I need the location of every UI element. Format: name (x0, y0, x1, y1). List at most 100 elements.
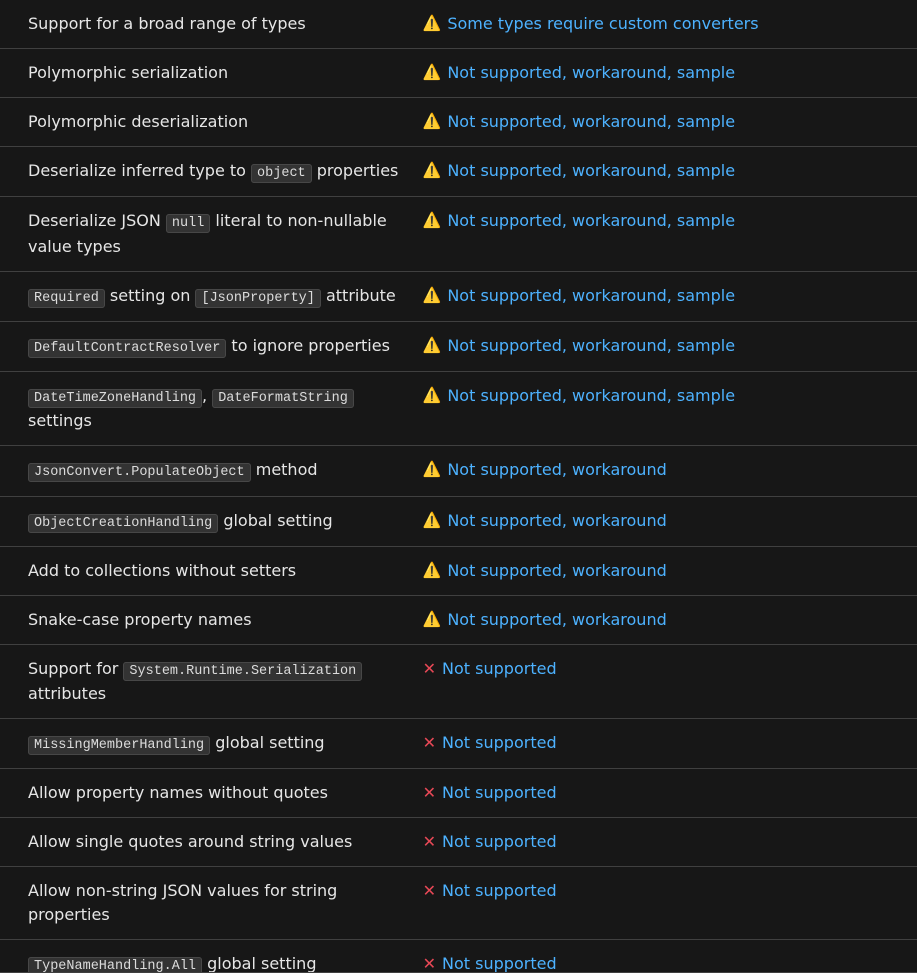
feature-cell: DateTimeZoneHandling, DateFormatString s… (0, 372, 413, 446)
feature-text: attribute (321, 286, 396, 305)
status-link[interactable]: Not supported, workaround, sample (447, 112, 735, 131)
status-cell: ✕ Not supported (413, 940, 917, 973)
feature-cell: Deserialize JSON null literal to non-nul… (0, 197, 413, 271)
cross-icon: ✕ (423, 879, 436, 903)
feature-text: Allow property names without quotes (28, 783, 328, 802)
status-link[interactable]: Not supported (442, 832, 557, 851)
warning-icon: ⚠️ (423, 110, 442, 133)
feature-comparison-table: Support for a broad range of types⚠️Some… (0, 0, 917, 973)
status-link[interactable]: Not supported (442, 733, 557, 752)
table-row: Snake-case property names ⚠️ Not supported… (0, 595, 917, 644)
warning-icon: ⚠️ (423, 458, 442, 481)
code-token: ObjectCreationHandling (28, 514, 218, 533)
feature-text: properties (312, 161, 399, 180)
table-row: Support for a broad range of types⚠️Some… (0, 0, 917, 49)
code-token: [JsonProperty] (195, 289, 320, 308)
status-link[interactable]: Not supported, workaround, sample (447, 386, 735, 405)
feature-cell: Allow non-string JSON values for string … (0, 867, 413, 940)
table-row: Required setting on [JsonProperty] attri… (0, 271, 917, 321)
status-cell: ⚠️ Not supported, workaround (413, 595, 917, 644)
table-row: Allow property names without quotes ✕ Not … (0, 769, 917, 818)
status-link[interactable]: Not supported, workaround, sample (447, 211, 735, 230)
status-cell: ⚠️ Not supported, workaround (413, 446, 917, 496)
code-token: MissingMemberHandling (28, 736, 210, 755)
table-row: Deserialize inferred type to object prop… (0, 147, 917, 197)
status-link[interactable]: Not supported (442, 954, 557, 972)
table-row: Polymorphic deserialization ⚠️ Not support… (0, 98, 917, 147)
table-row: Deserialize JSON null literal to non-nul… (0, 197, 917, 271)
cross-icon: ✕ (423, 952, 436, 972)
status-link[interactable]: Not supported, workaround (447, 561, 666, 580)
status-link[interactable]: Not supported, workaround, sample (447, 336, 735, 355)
feature-text: Allow single quotes around string values (28, 832, 352, 851)
status-cell: ⚠️ Not supported, workaround, sample (413, 98, 917, 147)
feature-text: Polymorphic serialization (28, 63, 228, 82)
status-link[interactable]: Not supported (442, 881, 557, 900)
feature-cell: JsonConvert.PopulateObject method (0, 446, 413, 496)
feature-text: Support for (28, 659, 123, 678)
status-link[interactable]: Not supported, workaround, sample (447, 286, 735, 305)
table-row: Allow non-string JSON values for string … (0, 867, 917, 940)
feature-text: Add to collections without setters (28, 561, 296, 580)
status-link[interactable]: Not supported, workaround (447, 460, 666, 479)
status-cell: ✕Not supported (413, 719, 917, 769)
table-row: MissingMemberHandling global setting✕Not… (0, 719, 917, 769)
status-cell: ✕ Not supported (413, 769, 917, 818)
code-token: JsonConvert.PopulateObject (28, 463, 251, 482)
status-cell: ⚠️ Not supported, workaround (413, 496, 917, 546)
status-link[interactable]: Not supported (442, 659, 557, 678)
feature-cell: TypeNameHandling.All global setting (0, 940, 413, 973)
status-cell: ⚠️ Not supported, workaround, sample (413, 372, 917, 446)
feature-cell: Deserialize inferred type to object prop… (0, 147, 413, 197)
feature-text: attributes (28, 684, 106, 703)
feature-text: Polymorphic deserialization (28, 112, 248, 131)
status-link[interactable]: Not supported, workaround (447, 610, 666, 629)
table-row: Allow single quotes around string values… (0, 818, 917, 867)
status-link[interactable]: Not supported, workaround, sample (447, 63, 735, 82)
status-cell: ✕Not supported (413, 644, 917, 718)
code-token: DefaultContractResolver (28, 339, 226, 358)
status-link[interactable]: Some types require custom converters (447, 14, 758, 33)
status-link[interactable]: Not supported, workaround, sample (447, 161, 735, 180)
feature-cell: Allow property names without quotes (0, 769, 413, 818)
table-row: Polymorphic serialization⚠️Not supported… (0, 49, 917, 98)
warning-icon: ⚠️ (423, 559, 442, 582)
table-row: ObjectCreationHandling global setting ⚠️ N… (0, 496, 917, 546)
table-row: TypeNameHandling.All global setting ✕ Not … (0, 940, 917, 973)
table-row: Add to collections without setters ⚠️ Not … (0, 546, 917, 595)
status-link[interactable]: Not supported (442, 783, 557, 802)
warning-icon: ⚠️ (423, 284, 442, 307)
table-row: DefaultContractResolver to ignore proper… (0, 321, 917, 371)
feature-text: to ignore properties (226, 336, 390, 355)
feature-text: global setting (218, 511, 332, 530)
warning-icon: ⚠️ (423, 384, 442, 407)
feature-cell: Support for a broad range of types (0, 0, 413, 49)
status-cell: ✕ Not supported (413, 867, 917, 940)
feature-text: Deserialize inferred type to (28, 161, 251, 180)
code-token: System.Runtime.Serialization (123, 662, 362, 681)
status-cell: ⚠️Some types require custom converters (413, 0, 917, 49)
feature-cell: Support for System.Runtime.Serialization… (0, 644, 413, 718)
feature-text: setting on (105, 286, 196, 305)
feature-cell: Required setting on [JsonProperty] attri… (0, 271, 413, 321)
warning-icon: ⚠️ (423, 159, 442, 182)
warning-icon: ⚠️ (423, 608, 442, 631)
feature-text: method (251, 460, 318, 479)
warning-icon: ⚠️ (423, 509, 442, 532)
feature-cell: MissingMemberHandling global setting (0, 719, 413, 769)
status-link[interactable]: Not supported, workaround (447, 511, 666, 530)
cross-icon: ✕ (423, 830, 436, 854)
feature-text: , (202, 386, 212, 405)
feature-cell: Add to collections without setters (0, 546, 413, 595)
feature-cell: Snake-case property names (0, 595, 413, 644)
feature-cell: Allow single quotes around string values (0, 818, 413, 867)
warning-icon: ⚠️ (423, 209, 442, 232)
cross-icon: ✕ (423, 781, 436, 805)
status-cell: ⚠️Not supported, workaround, sample (413, 321, 917, 371)
status-cell: ⚠️ Not supported, workaround, sample (413, 271, 917, 321)
code-token: Required (28, 289, 105, 308)
feature-cell: ObjectCreationHandling global setting (0, 496, 413, 546)
table-row: DateTimeZoneHandling, DateFormatString s… (0, 372, 917, 446)
status-cell: ✕ Not supported (413, 818, 917, 867)
code-token: null (166, 214, 210, 233)
